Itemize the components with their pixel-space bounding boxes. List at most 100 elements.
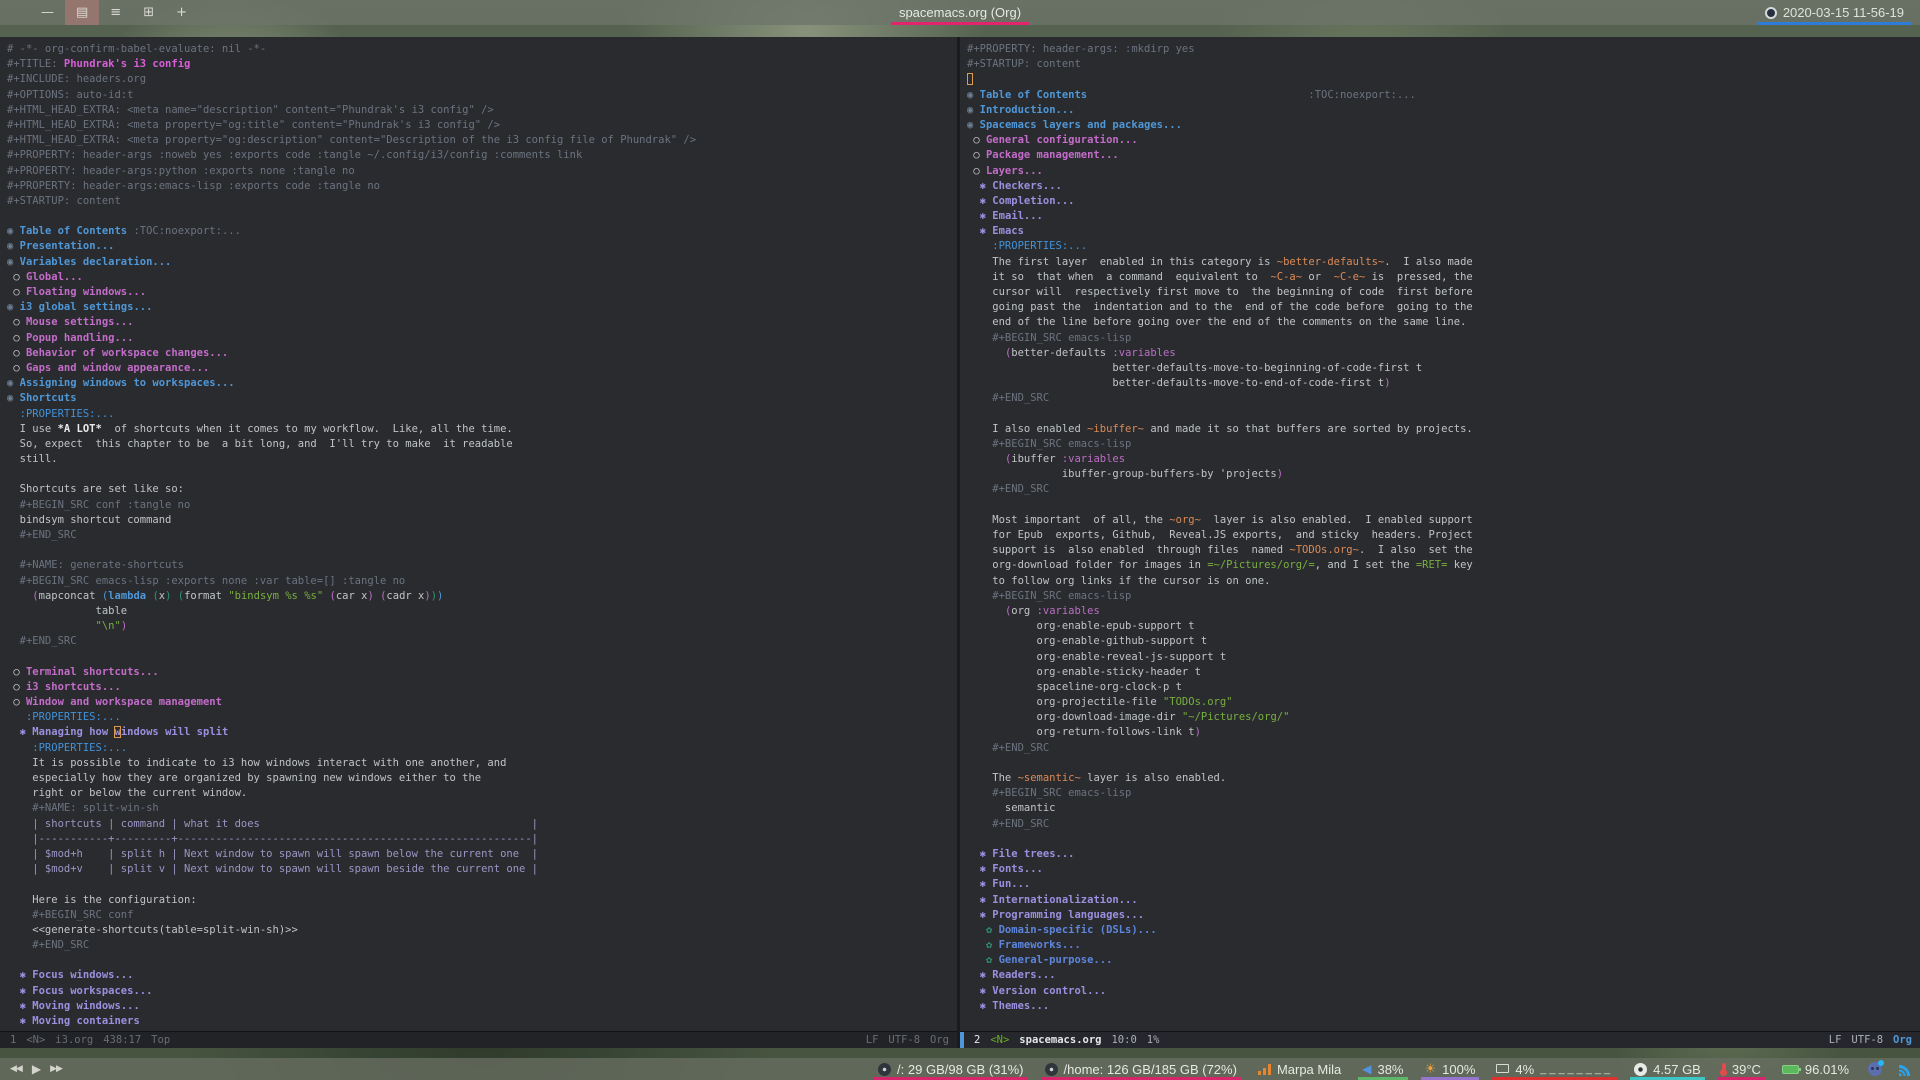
wifi-tray-icon[interactable] — [1899, 1062, 1912, 1076]
buffer-line — [967, 757, 1920, 772]
emacs-frame: # -*- org-confirm-babel-evaluate: nil -*… — [0, 37, 1920, 1048]
buffer-i3-org[interactable]: # -*- org-confirm-babel-evaluate: nil -*… — [0, 37, 957, 1031]
layout-splith-icon[interactable]: — — [30, 0, 65, 25]
buffer-line: ✱ Emacs — [967, 225, 1024, 238]
buffer-line: #+HTML_HEAD_EXTRA: <meta name="descripti… — [7, 103, 494, 116]
buffer-line: #+PROPERTY: header-args:python :exports … — [7, 164, 355, 177]
buffer-line: ◉ Shortcuts — [7, 392, 77, 405]
layout-grid-icon[interactable]: ⊞ — [132, 0, 165, 25]
module-wifi-value: Marpa Mila — [1276, 1061, 1342, 1077]
thermometer-icon — [1720, 1063, 1728, 1076]
buffer-line: still. — [7, 453, 58, 466]
focused-window-title: spacemacs.org (Org) — [887, 0, 1033, 25]
buffer-spacemacs-org[interactable]: #+PROPERTY: header-args: :mkdirp yes #+ST… — [960, 37, 1920, 1031]
modeline-right: 2 <N> spacemacs.org 10:0 1% LF UTF-8 Org — [960, 1031, 1920, 1048]
buffer-line: ✱ Version control... — [967, 984, 1107, 997]
buffer-line: ◉ Variables declaration... — [7, 255, 172, 268]
previous-track-button[interactable]: ◀◀ — [10, 1064, 23, 1074]
buffer-line: ✱ Completion... — [967, 194, 1075, 207]
buffer-line: #+INCLUDE: headers.org — [7, 73, 147, 86]
encoding-indicator: UTF-8 — [1851, 1034, 1884, 1046]
scroll-indicator: 1% — [1146, 1034, 1160, 1046]
buffer-line: ○ Terminal shortcuts... — [7, 665, 159, 678]
buffer-line: #+PROPERTY: header-args: :mkdirp yes — [967, 43, 1195, 55]
evil-state: <N> — [26, 1034, 46, 1046]
sun-icon: ☀ — [1424, 1061, 1437, 1077]
module-volume-value: 38% — [1377, 1061, 1404, 1077]
buffer-line: | shortcuts | command | what it does | — [7, 817, 539, 830]
buffer-line: ○ Layers... — [967, 164, 1043, 177]
buffer-line: #+BEGIN_SRC emacs-lisp :exports none :va… — [7, 574, 406, 587]
window-title-text: spacemacs.org (Org) — [898, 5, 1022, 20]
layout-icon-group: — ▤ ≡ ⊞ + — [0, 0, 198, 25]
buffer-line: #+BEGIN_SRC emacs-lisp — [967, 437, 1132, 450]
buffer-line: #+BEGIN_SRC emacs-lisp — [967, 787, 1132, 800]
module-disk-home-value: /home: 126 GB/185 GB (72%) — [1063, 1061, 1237, 1077]
buffer-line: #+END_SRC — [7, 939, 90, 952]
buffer-line: ✱ Checkers... — [967, 179, 1062, 192]
buffer-line: |-----------+---------+-----------------… — [7, 832, 539, 845]
buffer-line: it so that when a command equivalent to … — [967, 270, 1473, 283]
window-number: 2 — [974, 1034, 981, 1046]
buffer-line: #+HTML_HEAD_EXTRA: <meta property="og:de… — [7, 134, 697, 147]
buffer-line: org-enable-reveal-js-support t — [967, 650, 1227, 663]
media-controls: ◀◀ ▶ ▶▶ — [0, 1062, 63, 1076]
buffer-line: #+NAME: split-win-sh — [7, 802, 159, 815]
module-temperature-value: 39°C — [1731, 1061, 1761, 1077]
buffer-line: The ~semantic~ layer is also enabled. — [967, 772, 1227, 784]
buffer-line: #+END_SRC — [967, 483, 1050, 496]
cursor-position: 10:0 — [1111, 1034, 1137, 1046]
buffer-line: better-defaults-move-to-beginning-of-cod… — [967, 361, 1423, 374]
editor-window-spacemacs-org: #+PROPERTY: header-args: :mkdirp yes #+ST… — [960, 37, 1920, 1048]
module-brightness: ☀ 100% — [1420, 1058, 1480, 1080]
buffer-line: #+END_SRC — [967, 741, 1050, 754]
buffer-line: org-enable-sticky-header t — [967, 665, 1201, 678]
buffer-line: #+STARTUP: content — [7, 194, 121, 207]
buffer-line — [7, 878, 957, 893]
buffer-line: ○ Gaps and window appearance... — [7, 361, 210, 374]
buffer-line — [967, 833, 1920, 848]
buffer-line: #+STARTUP: content — [967, 58, 1081, 71]
clock-text: 2020-03-15 11-56-19 — [1782, 5, 1904, 20]
buffer-line: ◉ Spacemacs layers and packages... — [967, 118, 1182, 131]
editor-window-i3-org: # -*- org-confirm-babel-evaluate: nil -*… — [0, 37, 957, 1048]
workspace-add-icon[interactable]: + — [165, 0, 198, 25]
disc-icon — [1634, 1062, 1648, 1076]
discord-tray-icon[interactable] — [1868, 1060, 1884, 1076]
buffer-line: ◉ Assigning windows to workspaces... — [7, 377, 235, 390]
buffer-line: ○ Floating windows... — [7, 286, 147, 298]
scroll-indicator: Top — [151, 1034, 171, 1046]
buffer-line: bindsym shortcut command — [7, 513, 172, 526]
buffer-line: # -*- org-confirm-babel-evaluate: nil -*… — [7, 43, 267, 55]
buffer-name: i3.org — [55, 1034, 94, 1046]
buffer-line: org-return-follows-link t) — [967, 726, 1201, 739]
layout-stacked-icon[interactable]: ▤ — [65, 0, 100, 25]
buffer-line: "\n") — [95, 620, 128, 633]
buffer-line: (better-defaults :variables — [1004, 346, 1176, 359]
buffer-line: #+BEGIN_SRC emacs-lisp — [967, 589, 1132, 602]
clock-module: 2020-03-15 11-56-19 — [1755, 0, 1914, 25]
buffer-line: org-download-image-dir "~/Pictures/org/" — [967, 711, 1290, 724]
next-track-button[interactable]: ▶▶ — [50, 1064, 63, 1074]
buffer-line: ✿ Domain-specific (DSLs)... — [967, 923, 1157, 936]
buffer-line: <<generate-shortcuts(table=split-win-sh)… — [7, 923, 298, 936]
polybar-bottom: ◀◀ ▶ ▶▶ /: 29 GB/98 GB (31%)/home: 126 GB/… — [0, 1058, 1920, 1080]
buffer-line: Here is the configuration: — [7, 893, 197, 906]
buffer-line: ✱ Moving windows... — [7, 999, 140, 1012]
buffer-line: ◉ Introduction... — [967, 103, 1075, 116]
play-button[interactable]: ▶ — [32, 1062, 41, 1076]
layout-tabbed-icon[interactable]: ≡ — [99, 0, 132, 25]
clock-icon — [1764, 6, 1777, 19]
buffer-line: ✱ Fun... — [967, 878, 1031, 891]
buffer-line: to follow org links if the cursor is on … — [967, 574, 1271, 587]
module-volume: ◀ 38% — [1358, 1058, 1408, 1080]
module-disk-root-value: /: 29 GB/98 GB (31%) — [897, 1061, 1024, 1077]
module-battery: 96.01% — [1780, 1058, 1851, 1080]
buffer-line: So, expect this chapter to be a bit long… — [7, 437, 513, 450]
buffer-line: ○ Mouse settings... — [7, 316, 134, 329]
buffer-line: #+BEGIN_SRC emacs-lisp — [967, 331, 1132, 344]
buffer-line — [7, 210, 957, 225]
buffer-line — [967, 408, 1920, 423]
module-memory: 4.57 GB — [1630, 1058, 1705, 1080]
buffer-line — [7, 468, 957, 483]
